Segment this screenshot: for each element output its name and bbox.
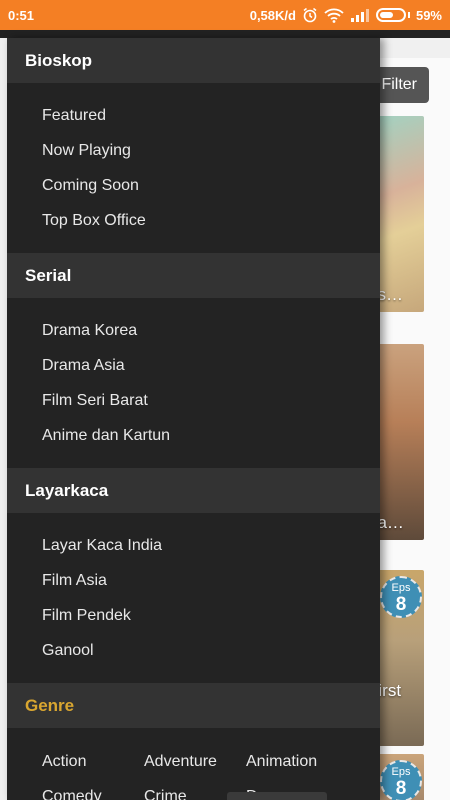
menu-item-ganool[interactable]: Ganool: [7, 633, 380, 668]
episode-badge: Eps 8: [380, 576, 422, 618]
menu-item-drama-korea[interactable]: Drama Korea: [7, 313, 380, 348]
section-layarkaca: Layarkaca Layar Kaca India Film Asia Fil…: [7, 468, 380, 683]
section-genre: Genre Action Adventure Animation Comedy …: [7, 683, 380, 800]
section-serial: Serial Drama Korea Drama Asia Film Seri …: [7, 253, 380, 468]
clock: 0:51: [8, 8, 35, 23]
episode-badge: Eps 8: [380, 760, 422, 800]
genre-item-comedy[interactable]: Comedy: [42, 779, 144, 800]
menu-item-coming-soon[interactable]: Coming Soon: [7, 168, 380, 203]
battery-percent: 59%: [415, 7, 442, 23]
section-header-serial: Serial: [7, 253, 380, 298]
status-bar: 0:51 0,58K/d 59%: [0, 0, 450, 30]
navigation-drawer: Bioskop Featured Now Playing Coming Soon…: [7, 38, 380, 800]
section-header-genre: Genre: [7, 683, 380, 728]
genre-item-animation[interactable]: Animation: [246, 744, 348, 779]
menu-item-film-pendek[interactable]: Film Pendek: [7, 598, 380, 633]
menu-item-anime-dan-kartun[interactable]: Anime dan Kartun: [7, 418, 380, 453]
signal-icon: [350, 8, 370, 22]
menu-item-film-asia[interactable]: Film Asia: [7, 563, 380, 598]
menu-item-featured[interactable]: Featured: [7, 98, 380, 133]
network-speed: 0,58K/d: [249, 7, 296, 23]
menu-item-film-seri-barat[interactable]: Film Seri Barat: [7, 383, 380, 418]
section-bioskop: Bioskop Featured Now Playing Coming Soon…: [7, 38, 380, 253]
menu-item-top-box-office[interactable]: Top Box Office: [7, 203, 380, 238]
section-header-bioskop: Bioskop: [7, 38, 380, 83]
section-header-layarkaca: Layarkaca: [7, 468, 380, 513]
genre-item-action[interactable]: Action: [42, 744, 144, 779]
wifi-icon: [324, 8, 344, 23]
battery-icon: [375, 8, 406, 22]
alarm-icon: [302, 7, 318, 23]
scroll-indicator: [227, 792, 327, 800]
genre-item-adventure[interactable]: Adventure: [144, 744, 246, 779]
menu-item-layar-kaca-india[interactable]: Layar Kaca India: [7, 528, 380, 563]
menu-item-now-playing[interactable]: Now Playing: [7, 133, 380, 168]
menu-item-drama-asia[interactable]: Drama Asia: [7, 348, 380, 383]
